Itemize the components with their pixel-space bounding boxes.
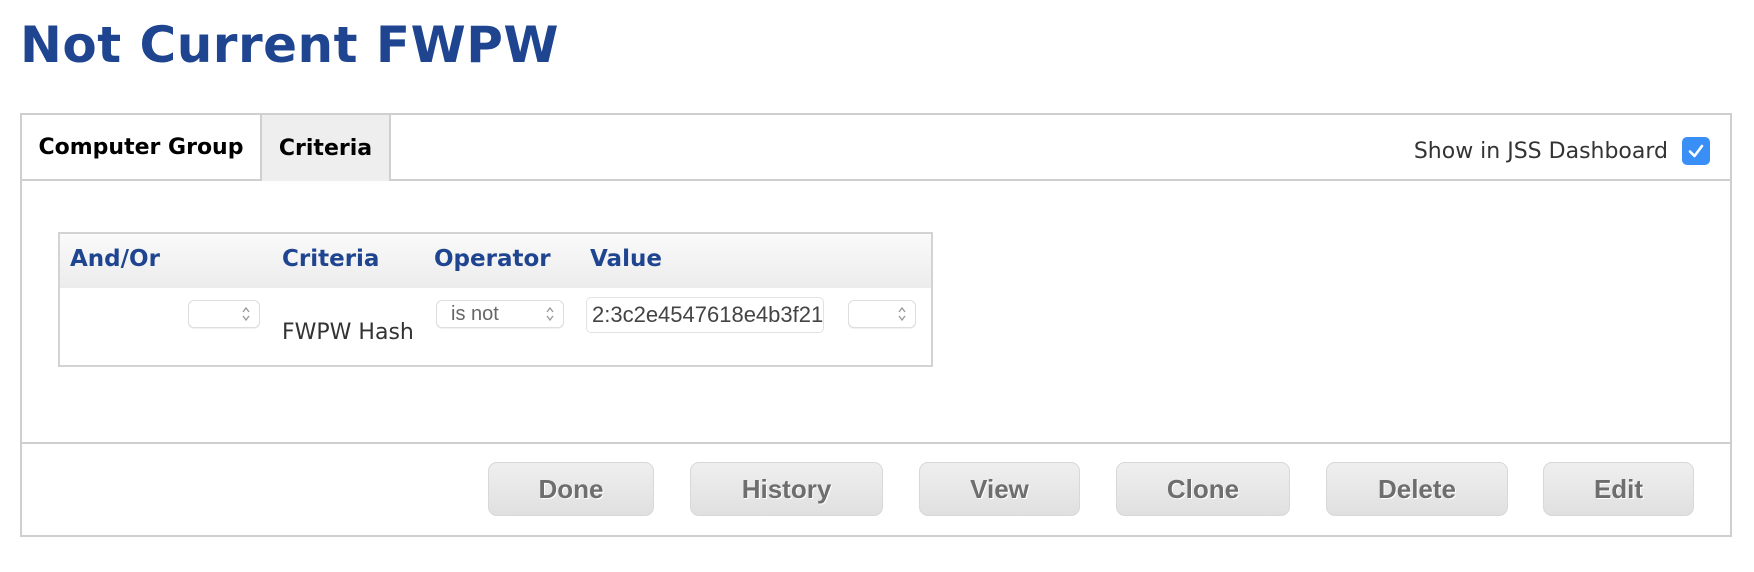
criteria-name: FWPW Hash <box>282 320 414 345</box>
tab-bar: Computer Group Criteria Show in JSS Dash… <box>22 113 1730 181</box>
updown-arrows-icon <box>898 306 906 322</box>
criteria-table-header: And/Or Criteria Operator Value <box>60 234 931 288</box>
clone-button[interactable]: Clone <box>1116 462 1290 516</box>
done-button[interactable]: Done <box>488 462 654 516</box>
column-header-operator: Operator <box>434 246 551 272</box>
tab-computer-group[interactable]: Computer Group <box>22 115 262 179</box>
dashboard-label: Show in JSS Dashboard <box>1413 138 1668 164</box>
column-header-value: Value <box>590 246 662 272</box>
criteria-table: And/Or Criteria Operator Value FWPW Hash… <box>58 232 933 367</box>
updown-arrows-icon <box>242 306 250 322</box>
history-button[interactable]: History <box>690 462 883 516</box>
edit-button[interactable]: Edit <box>1543 462 1694 516</box>
view-button[interactable]: View <box>919 462 1080 516</box>
page-title: Not Current FWPW <box>20 16 560 74</box>
tab-criteria[interactable]: Criteria <box>262 113 391 181</box>
footer-divider <box>22 442 1730 444</box>
group-panel: Computer Group Criteria Show in JSS Dash… <box>20 113 1732 537</box>
delete-button[interactable]: Delete <box>1326 462 1508 516</box>
column-header-criteria: Criteria <box>282 246 380 272</box>
dashboard-checkbox[interactable] <box>1682 137 1710 165</box>
column-header-and-or: And/Or <box>70 246 160 272</box>
dashboard-toggle: Show in JSS Dashboard <box>1414 137 1710 165</box>
and-or-select[interactable] <box>188 300 260 328</box>
updown-arrows-icon <box>546 306 554 322</box>
parenthesis-select[interactable] <box>848 300 916 328</box>
operator-select-value: is not <box>451 303 499 325</box>
operator-select[interactable]: is not <box>436 300 564 328</box>
value-input[interactable] <box>586 297 824 333</box>
checkmark-icon <box>1688 144 1704 158</box>
